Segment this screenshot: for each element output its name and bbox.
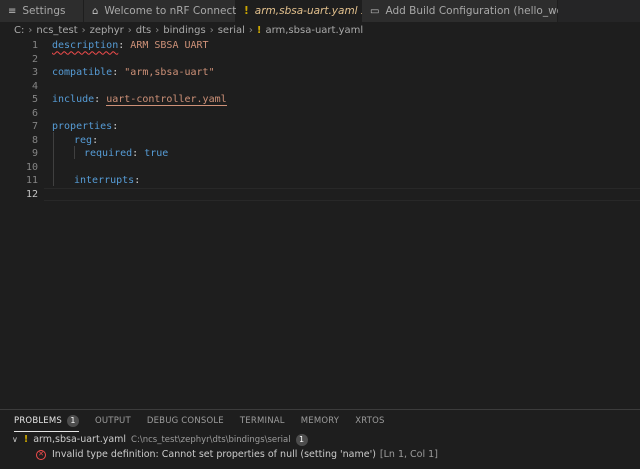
line-number: 9: [31, 148, 38, 160]
code-editor[interactable]: 1 description: ARM SBSA UART 2 3 compati…: [0, 39, 640, 409]
chevron-right-icon: ›: [28, 25, 33, 36]
breadcrumb-item[interactable]: serial: [218, 25, 245, 36]
warning-exclamation-icon: !: [23, 434, 29, 445]
line-number: 4: [31, 80, 38, 92]
problem-file-path: C:\ncs_test\zephyr\dts\bindings\serial: [131, 434, 291, 445]
yaml-key: reg: [74, 134, 93, 146]
build-config-icon: ▭: [370, 5, 380, 17]
code-line-current: 12: [0, 187, 640, 202]
tab-add-build-configuration[interactable]: ▭ Add Build Configuration (hello_world63…: [362, 0, 594, 22]
yaml-value: true: [144, 148, 169, 160]
code-line: 11 interrupts:: [0, 174, 640, 188]
breadcrumb-item[interactable]: dts: [136, 25, 151, 36]
code-line: 4: [0, 80, 640, 94]
settings-lines-icon: ≡: [8, 5, 17, 17]
code-line: 1 description: ARM SBSA UART: [0, 39, 640, 53]
code-line: 3 compatible: "arm,sbsa-uart": [0, 66, 640, 80]
tab-label: Welcome to nRF Connect: [104, 5, 237, 17]
tab-terminal[interactable]: TERMINAL: [240, 410, 285, 432]
line-number: 6: [31, 107, 38, 119]
breadcrumb-item[interactable]: C:: [14, 25, 24, 36]
code-line: 8 reg:: [0, 134, 640, 148]
chevron-right-icon: ›: [127, 25, 132, 36]
line-number: 12: [25, 188, 38, 200]
breadcrumb-item[interactable]: zephyr: [90, 25, 124, 36]
bottom-panel: PROBLEMS 1 OUTPUT DEBUG CONSOLE TERMINAL…: [0, 409, 640, 469]
chevron-right-icon: ›: [81, 25, 86, 36]
problem-file-row[interactable]: ∨ ! arm,sbsa-uart.yaml C:\ncs_test\zephy…: [0, 432, 640, 447]
yaml-key: interrupts: [74, 175, 135, 187]
error-message: Invalid type definition: Cannot set prop…: [52, 449, 376, 460]
yaml-key: required: [84, 148, 133, 160]
home-icon: ⌂: [92, 5, 99, 17]
yaml-key: properties: [52, 121, 113, 133]
code-line: 10: [0, 161, 640, 175]
tab-label: arm,sbsa-uart.yaml: [254, 5, 358, 17]
tab-welcome-nrf-connect[interactable]: ⌂ Welcome to nRF Connect: [84, 0, 236, 22]
tab-label: Settings: [22, 5, 66, 17]
yaml-value: "arm,sbsa-uart": [124, 67, 215, 79]
line-number: 11: [25, 175, 38, 187]
warning-exclamation-icon: !: [244, 5, 249, 17]
line-number: 8: [31, 134, 38, 146]
tab-memory[interactable]: MEMORY: [301, 410, 339, 432]
error-icon: ✕: [36, 449, 46, 460]
include-file-link[interactable]: uart-controller.yaml: [106, 94, 227, 107]
tab-arm-sbsa-uart-yaml[interactable]: ! arm,sbsa-uart.yaml 1 ✕: [236, 0, 385, 22]
error-location: [Ln 1, Col 1]: [379, 449, 438, 460]
warning-exclamation-icon: !: [256, 25, 262, 36]
panel-tabs: PROBLEMS 1 OUTPUT DEBUG CONSOLE TERMINAL…: [0, 410, 640, 432]
problem-error-row[interactable]: ✕ Invalid type definition: Cannot set pr…: [0, 447, 640, 462]
code-line: 7 properties:: [0, 120, 640, 134]
code-line: 2: [0, 53, 640, 67]
breadcrumb-item[interactable]: bindings: [163, 25, 206, 36]
yaml-key: compatible: [52, 67, 113, 79]
line-number: 2: [31, 53, 38, 65]
line-number: 10: [25, 161, 38, 173]
tab-xrtos[interactable]: XRTOS: [355, 410, 384, 432]
code-line: 9 required: true: [0, 147, 640, 161]
code-line: 6: [0, 107, 640, 121]
breadcrumb-item[interactable]: ncs_test: [36, 25, 77, 36]
tab-output[interactable]: OUTPUT: [95, 410, 131, 432]
editor-tab-bar: ≡ Settings ⌂ Welcome to nRF Connect ! ar…: [0, 0, 640, 22]
chevron-right-icon: ›: [209, 25, 214, 36]
chevron-right-icon: ›: [155, 25, 160, 36]
yaml-key: include: [52, 94, 95, 106]
tab-debug-console[interactable]: DEBUG CONSOLE: [147, 410, 224, 432]
line-number: 1: [31, 40, 38, 52]
code-line: 5 include: uart-controller.yaml: [0, 93, 640, 107]
yaml-value: ARM SBSA UART: [130, 40, 209, 52]
problems-count-badge: 1: [67, 414, 79, 427]
chevron-down-icon[interactable]: ∨: [12, 435, 18, 444]
breadcrumb-item[interactable]: arm,sbsa-uart.yaml: [265, 25, 363, 36]
tab-settings[interactable]: ≡ Settings: [0, 0, 84, 22]
yaml-key: description: [52, 40, 119, 52]
line-number: 3: [31, 67, 38, 79]
file-problem-count-badge: 1: [295, 433, 308, 446]
problem-file-name: arm,sbsa-uart.yaml: [33, 434, 127, 445]
chevron-right-icon: ›: [248, 25, 253, 36]
line-number: 7: [31, 121, 38, 133]
breadcrumb: C: › ncs_test › zephyr › dts › bindings …: [0, 22, 640, 39]
tab-problems[interactable]: PROBLEMS 1: [14, 410, 79, 432]
line-number: 5: [31, 94, 38, 106]
